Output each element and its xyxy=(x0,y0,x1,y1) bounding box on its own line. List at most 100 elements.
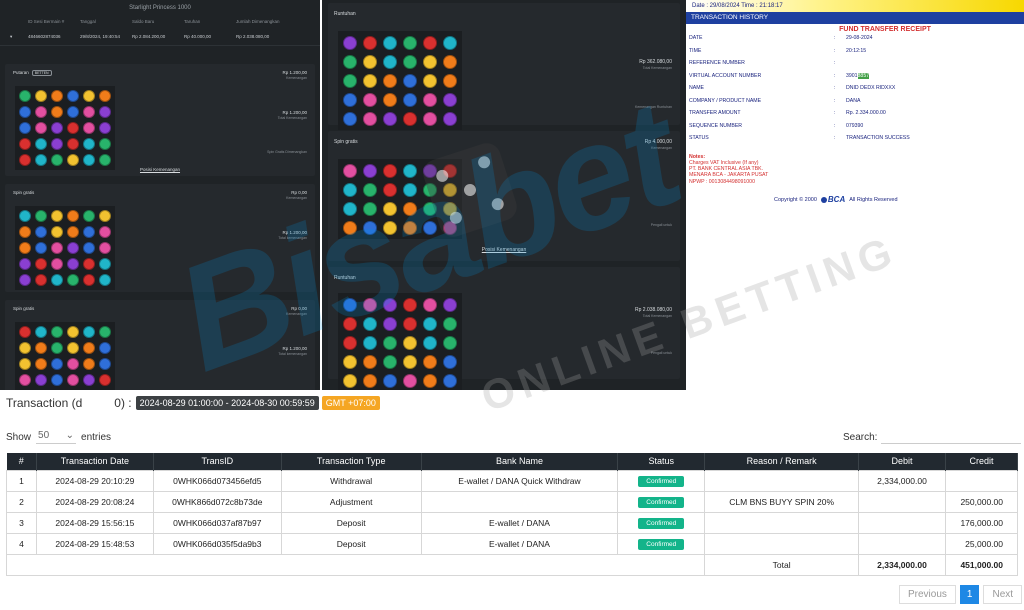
debit xyxy=(858,490,946,513)
column-header[interactable]: Transaction Type xyxy=(281,453,422,470)
slot-symbol-icon xyxy=(19,342,31,354)
win-caption: Kemenangan xyxy=(286,196,307,200)
column-header[interactable]: Transaction Date xyxy=(36,453,154,470)
win-amount: Rp 2.038.080,00 Total Kemenangan xyxy=(635,307,672,318)
slot-symbol-icon xyxy=(443,55,457,69)
slot-symbol-icon xyxy=(19,258,31,270)
slot-symbol-icon xyxy=(19,326,31,338)
slot-symbol-icon xyxy=(35,106,47,118)
slot-symbol-icon xyxy=(363,374,377,388)
slot-symbol-icon xyxy=(67,90,79,102)
slot-symbol-icon xyxy=(51,226,63,238)
date-range-badge: 2024-08-29 01:00:00 - 2024-08-30 00:59:5… xyxy=(135,396,319,410)
receipt-colon: : xyxy=(834,72,836,79)
slot-symbol-icon xyxy=(363,202,377,216)
slot-symbol-icon xyxy=(35,274,47,286)
slot-symbol-icon xyxy=(403,317,417,331)
note-line: NPWP : 0013084498091000 xyxy=(689,178,755,185)
slot-symbol-icon xyxy=(35,358,47,370)
status-badge: Confirmed xyxy=(638,517,685,529)
status-badge: Confirmed xyxy=(638,496,685,508)
slot-symbol-icon xyxy=(443,355,457,369)
slot-symbol-icon xyxy=(383,55,397,69)
slot-symbol-icon xyxy=(343,164,357,178)
slot-symbol-icon xyxy=(423,93,437,107)
slot-symbol-icon xyxy=(67,274,79,286)
rights-text: All Rights Reserved xyxy=(849,196,898,203)
winning-position-link[interactable]: Posisi Kemenangan xyxy=(328,247,680,253)
slot-symbol-icon xyxy=(99,154,111,166)
slot-symbol-icon xyxy=(83,106,95,118)
slot-symbol-icon xyxy=(343,355,357,369)
transaction-type: Withdrawal xyxy=(280,469,422,492)
slot-symbol-icon xyxy=(343,55,357,69)
win-caption: Total Kemenangan xyxy=(642,66,672,70)
slot-symbol-icon xyxy=(19,90,31,102)
chevron-down-icon[interactable]: ▾ xyxy=(10,34,28,45)
receipt-value: DANA xyxy=(846,97,861,104)
column-header[interactable]: Debit xyxy=(858,453,946,470)
bca-receipt: Date : 29/08/2024 Time : 21:18:17 TRANSA… xyxy=(686,0,1024,222)
slot-symbol-icon xyxy=(403,112,417,126)
game-session-row[interactable]: ▾ 4846602874036 29/8/2024, 19:40:54 Rp 2… xyxy=(0,28,320,46)
spin-label: Putaran xyxy=(13,70,29,75)
debit xyxy=(858,532,946,555)
winning-position-link[interactable]: Posisi Kemenangan xyxy=(5,167,315,172)
remark xyxy=(704,532,860,555)
entries-select[interactable]: 50 ⌄ xyxy=(36,430,77,444)
slot-symbol-icon xyxy=(99,122,111,134)
slot-symbol-icon xyxy=(423,355,437,369)
slot-symbol-icon xyxy=(51,106,63,118)
column-header[interactable]: TransID xyxy=(153,453,282,470)
slot-symbol-icon xyxy=(35,374,47,386)
game-header-cell: ID Sesi Bermain # xyxy=(28,19,65,24)
slot-symbol-icon xyxy=(83,226,95,238)
slot-symbol-icon xyxy=(51,154,63,166)
slot-symbol-icon xyxy=(67,358,79,370)
account-suffix: 8857 xyxy=(857,72,870,79)
win-amount: Rp 0,00 Kemenangan xyxy=(286,190,307,200)
receipt-key: NAME xyxy=(689,85,704,91)
receipt-row: STATUS: TRANSACTION SUCCESS xyxy=(689,135,910,148)
slot-symbol-icon xyxy=(383,93,397,107)
debit xyxy=(858,511,946,534)
transaction-id: 0WHK066d035f5da9b3 xyxy=(152,532,282,555)
transaction-date: 2024-08-29 15:56:15 xyxy=(35,511,154,534)
row-number: 2 xyxy=(6,490,37,513)
note-line: PT. BANK CENTRAL ASIA TBK. xyxy=(689,166,764,173)
win-value: Rp 0,00 xyxy=(291,190,307,195)
slot-symbol-icon xyxy=(343,93,357,107)
slot-symbol-icon xyxy=(35,242,47,254)
page-1-button[interactable]: 1 xyxy=(959,585,980,604)
slot-symbol-icon xyxy=(99,258,111,270)
slot-symbol-icon xyxy=(35,258,47,270)
slot-symbol-icon xyxy=(51,374,63,386)
column-header[interactable]: Credit xyxy=(945,453,1019,470)
slot-symbol-icon xyxy=(67,258,79,270)
column-header[interactable]: # xyxy=(6,453,37,470)
search-input[interactable] xyxy=(881,430,1022,444)
row-number: 4 xyxy=(6,532,37,555)
slot-symbol-icon xyxy=(363,355,377,369)
column-header[interactable]: Status xyxy=(617,453,706,470)
slot-symbol-icon xyxy=(443,298,457,312)
bank-name: E-wallet / DANA xyxy=(420,532,619,555)
column-header[interactable]: Reason / Remark xyxy=(704,453,860,470)
previous-button[interactable]: Previous xyxy=(899,585,956,604)
win-value: Rp 2.038.080,00 xyxy=(635,307,672,313)
slot-symbol-icon xyxy=(363,74,377,88)
slot-symbol-icon xyxy=(363,112,377,126)
receipt-key: DATE xyxy=(689,35,703,41)
reel-grid xyxy=(15,322,115,390)
slot-symbol-icon xyxy=(99,210,111,222)
game-cell: Rp 40.000,00 xyxy=(184,34,212,39)
slot-symbol-icon xyxy=(383,317,397,331)
slot-symbol-icon xyxy=(343,183,357,197)
receipt-key: COMPANY / PRODUCT NAME xyxy=(689,97,762,104)
next-button[interactable]: Next xyxy=(983,585,1023,604)
receipt-key: TIME xyxy=(689,47,702,54)
slot-symbol-icon xyxy=(19,106,31,118)
column-header[interactable]: Bank Name xyxy=(421,453,619,470)
game-history-panel-left: Starlight Princess 1000 ID Sesi Bermain … xyxy=(0,0,320,390)
bank-name: E-wallet / DANA Quick Withdraw xyxy=(420,469,619,492)
